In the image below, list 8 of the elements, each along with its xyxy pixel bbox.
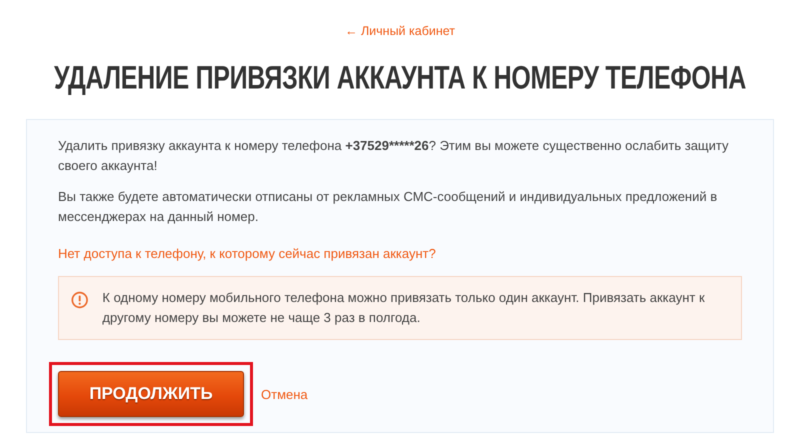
cancel-link[interactable]: Отмена [261, 386, 308, 402]
description-text: Удалить привязку аккаунта к номеру телефона +37529*****26? Этим вы можете существенно ослабить защиту своего аккаунта! [58, 137, 730, 175]
page-title: УДАЛЕНИЕ ПРИВЯЗКИ АККАУНТА К НОМЕРУ ТЕЛЕФОНА [54, 60, 746, 98]
description-text: Вы также будете автоматически отписаны от рекламных СМС-сообщений и индивидуальных предложений в мессенджерах на данный номер. [58, 188, 718, 226]
back-link[interactable]: ← Личный кабинет [344, 24, 456, 38]
continue-button[interactable]: ПРОДОЛЖИТЬ [58, 371, 244, 417]
notice-text: К одному номеру мобильного телефона можно привязать только один аккаунт. Привязать аккаунт к другому номеру вы можете не чаще 3 раз в полгода. [102, 289, 706, 327]
help-link[interactable]: Нет доступа к телефону, к которому сейчас привязан аккаунт? [58, 244, 436, 264]
